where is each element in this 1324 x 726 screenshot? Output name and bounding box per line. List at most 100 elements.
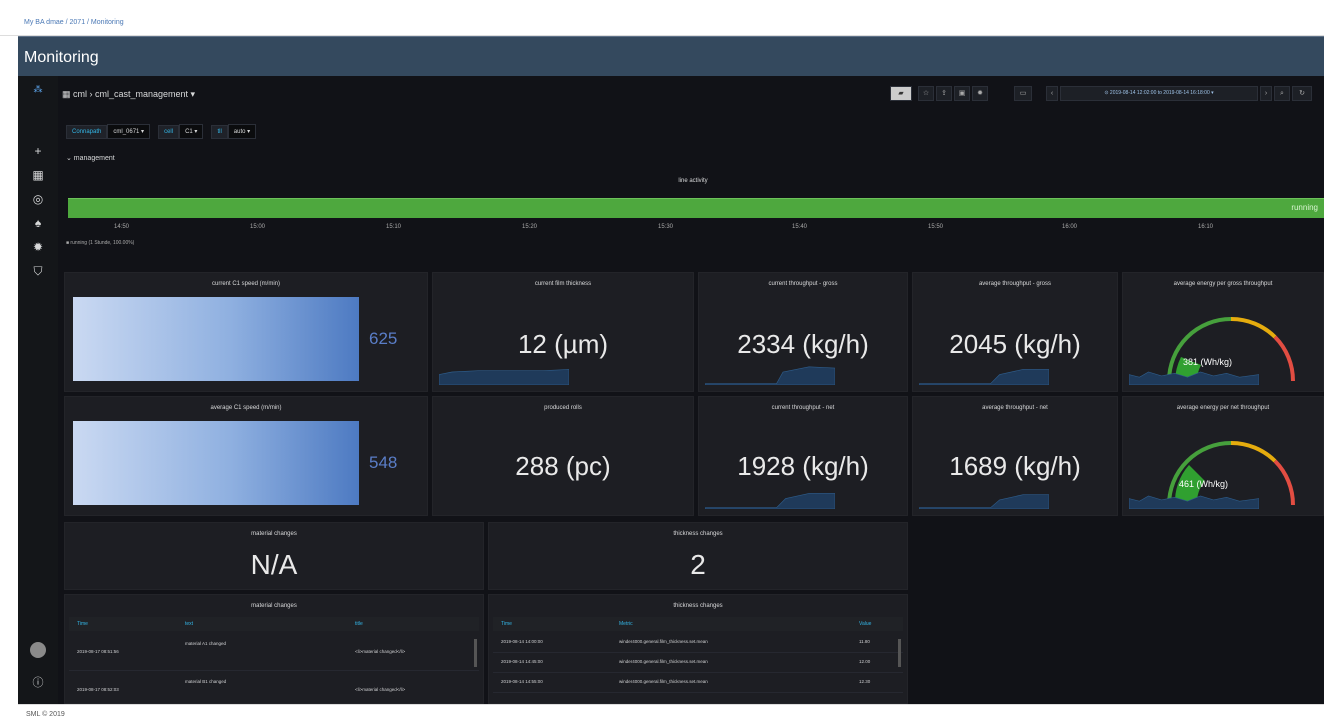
table-row[interactable]: 2019-08-14 14:45:00 winder4000.general.f…: [493, 655, 903, 673]
grafana-logo-icon[interactable]: ⁂: [30, 84, 46, 95]
add-panel-button[interactable]: ▰: [890, 86, 912, 101]
table-row[interactable]: 2019-08-17 08:51:56 material A1 changed …: [69, 635, 479, 671]
gear-icon[interactable]: ✹: [30, 240, 46, 254]
stat-panel[interactable]: current throughput - gross 2334 (kg/h): [698, 272, 908, 392]
dashboard-navbar: ▦ cml › cml_cast_management ▾ ▰ ☆ ⇪ ▣ ✹ …: [62, 84, 1324, 104]
dashboards-icon[interactable]: ▦: [30, 168, 46, 182]
dashboard-area: ▦ cml › cml_cast_management ▾ ▰ ☆ ⇪ ▣ ✹ …: [58, 76, 1324, 704]
stat-panel[interactable]: current throughput - net 1928 (kg/h): [698, 396, 908, 516]
share-icon[interactable]: ⇪: [936, 86, 952, 101]
shield-icon[interactable]: ⛉: [30, 264, 46, 279]
scrollbar[interactable]: [898, 639, 901, 667]
variable-select[interactable]: cml_0671 ▾: [107, 124, 151, 139]
panel-title: current throughput - net: [771, 405, 835, 411]
row-title[interactable]: ⌄ management: [66, 154, 115, 162]
variable-select[interactable]: C1 ▾: [179, 124, 204, 139]
material-changes-table[interactable]: material changes Time text title 2019-08…: [64, 594, 484, 704]
panel-title: current throughput - gross: [768, 281, 838, 287]
page-title: Monitoring: [24, 49, 99, 66]
activity-bar[interactable]: running: [68, 198, 1324, 218]
avatar[interactable]: [30, 642, 46, 658]
stat-value: 2: [690, 549, 706, 580]
column-header[interactable]: title: [355, 621, 363, 627]
column-header[interactable]: Time: [501, 621, 512, 627]
zoom-out-icon[interactable]: ⌕: [1274, 86, 1290, 101]
template-variables: Connapath cml_0671 ▾ cell C1 ▾ tll auto ▾: [66, 124, 264, 140]
variable-label: Connapath: [66, 125, 108, 139]
speed-value: 625: [369, 329, 398, 348]
table-row[interactable]: 2019-08-14 14:55:00 winder4000.general.f…: [493, 675, 903, 693]
time-tick: 15:10: [386, 224, 402, 230]
panel-title: material changes: [251, 603, 297, 609]
time-range-picker[interactable]: ⊙ 2019-08-14 12:02:00 to 2019-08-14 16:1…: [1060, 86, 1258, 101]
panel-title: average C1 speed (m/min): [210, 405, 282, 411]
panel-title: current film thickness: [534, 281, 592, 287]
stat-value: 288 (pc): [515, 451, 611, 481]
column-header[interactable]: text: [185, 621, 193, 627]
dashboard-title[interactable]: ▦ cml › cml_cast_management ▾: [62, 89, 195, 100]
thickness-changes-table[interactable]: thickness changes Time Metric Value 2019…: [488, 594, 908, 704]
tv-mode-icon[interactable]: ▭: [1014, 86, 1032, 101]
table-cell: winder4000.general.film_thickness.set.me…: [619, 659, 708, 664]
speed-panel[interactable]: current C1 speed (m/min) 625: [64, 272, 428, 392]
table-cell: <li>material changed</li>: [355, 687, 406, 692]
table-cell: 2019-08-14 14:55:00: [501, 679, 543, 684]
table-cell: 12.00: [859, 659, 871, 664]
stat-panel[interactable]: material changes N/A: [64, 522, 484, 590]
stat-value: 12 (µm): [517, 329, 609, 359]
stat-value: 1689 (kg/h): [949, 451, 1081, 481]
time-tick: 15:00: [250, 224, 266, 230]
gauge-panel[interactable]: average energy per gross throughput 381 …: [1122, 272, 1324, 392]
table-cell: 11.80: [859, 639, 870, 644]
footer-copyright: SML © 2019: [26, 711, 65, 718]
scrollbar[interactable]: [474, 639, 477, 667]
table-cell: 2019-08-17 08:51:56: [77, 649, 119, 654]
panel-title: thickness changes: [673, 531, 723, 537]
table-row[interactable]: 2019-08-17 08:52:03 material B1 changed …: [69, 673, 479, 703]
panel-title: average throughput - gross: [978, 281, 1052, 287]
variable-label: cell: [158, 125, 180, 139]
refresh-icon[interactable]: ↻: [1292, 86, 1312, 101]
stat-panel[interactable]: average throughput - net 1689 (kg/h): [912, 396, 1118, 516]
speed-panel[interactable]: average C1 speed (m/min) 548: [64, 396, 428, 516]
sparkline: [919, 369, 1049, 385]
stat-panel[interactable]: thickness changes 2: [488, 522, 908, 590]
panel-title: thickness changes: [673, 603, 723, 609]
speed-bar: [73, 297, 359, 381]
column-header[interactable]: Time: [77, 621, 88, 627]
settings-gear-icon[interactable]: ✹: [972, 86, 988, 101]
plus-icon[interactable]: +: [30, 144, 46, 158]
time-forward-chevron-icon[interactable]: ›: [1260, 86, 1272, 101]
column-header[interactable]: Value: [859, 621, 871, 627]
table-cell: 2019-08-14 14:00:00: [501, 639, 543, 644]
time-tick: 16:10: [1198, 224, 1214, 230]
variable-select[interactable]: auto ▾: [227, 124, 257, 139]
browser-top-area: My BA dmae / 2071 / Monitoring: [0, 0, 1324, 36]
footer: SML © 2019: [18, 704, 1324, 726]
help-icon[interactable]: ⓘ: [30, 674, 46, 690]
dashboard-crumb-text: cml › cml_cast_management ▾: [73, 89, 196, 99]
stat-panel[interactable]: current film thickness 12 (µm): [432, 272, 694, 392]
alerting-bell-icon[interactable]: ♠: [30, 216, 46, 230]
table-row[interactable]: 2019-08-14 14:00:00 winder4000.general.f…: [493, 635, 903, 653]
save-icon[interactable]: ▣: [954, 86, 970, 101]
table-cell: winder4000.general.film_thickness.set.me…: [619, 679, 708, 684]
explore-icon[interactable]: ◎: [30, 192, 46, 206]
line-activity-panel: line activity: [62, 172, 1324, 266]
panel-title: average energy per net throughput: [1176, 405, 1270, 411]
table-cell: winder4000.general.film_thickness.set.me…: [619, 639, 708, 644]
stat-value: 2045 (kg/h): [949, 329, 1081, 359]
stat-panel[interactable]: average throughput - gross 2045 (kg/h): [912, 272, 1118, 392]
star-icon[interactable]: ☆: [918, 86, 934, 101]
stat-panel[interactable]: produced rolls 288 (pc): [432, 396, 694, 516]
table-cell: material A1 changed: [185, 641, 227, 646]
table-cell: 2019-08-14 14:45:00: [501, 659, 543, 664]
breadcrumb[interactable]: My BA dmae / 2071 / Monitoring: [24, 19, 124, 26]
sidebar: ⁂ + ▦ ◎ ♠ ✹ ⛉ ⓘ: [18, 76, 58, 704]
gauge-panel[interactable]: average energy per net throughput 461 (W…: [1122, 396, 1324, 516]
column-header[interactable]: Metric: [619, 621, 633, 627]
panel-title: material changes: [251, 531, 297, 537]
time-back-chevron-icon[interactable]: ‹: [1046, 86, 1058, 101]
time-tick: 15:40: [792, 224, 808, 230]
time-tick: 15:20: [522, 224, 538, 230]
